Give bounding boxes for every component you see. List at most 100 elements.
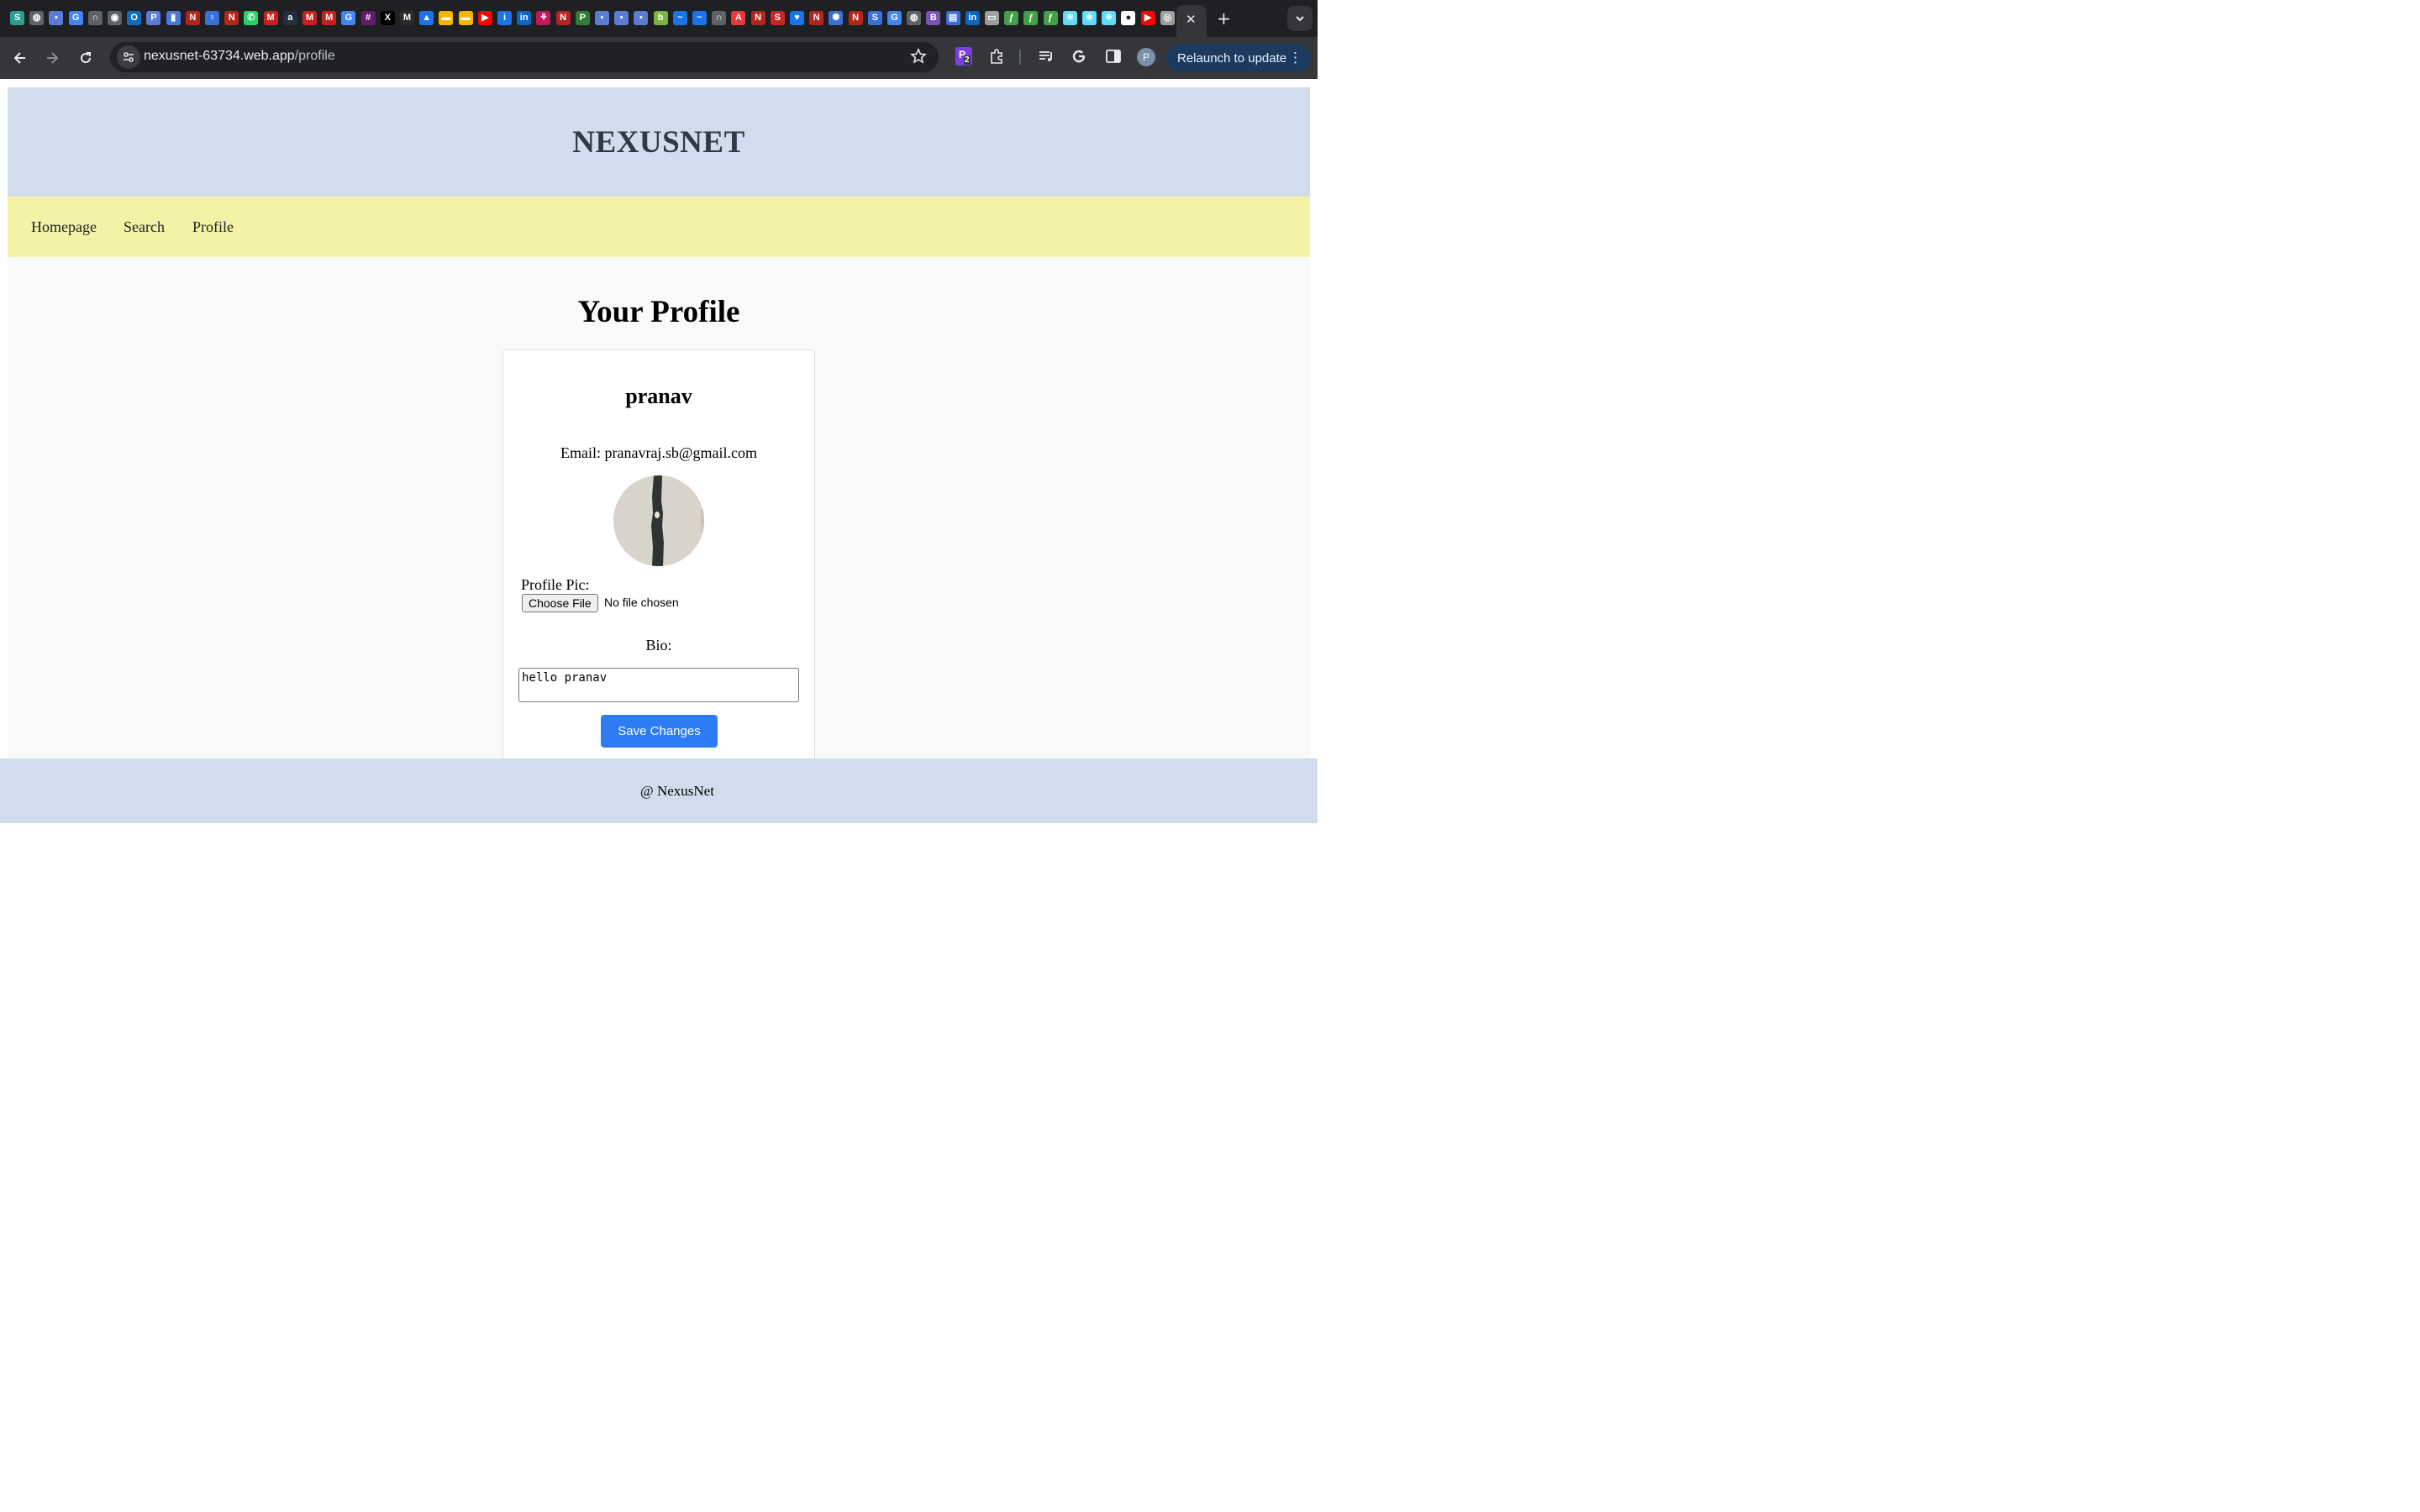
url-host: nexusnet-63734.web.app [144, 49, 295, 63]
outlook-icon[interactable]: O [127, 11, 142, 25]
adobe-icon[interactable]: A [731, 11, 746, 25]
github-icon[interactable]: ● [1121, 11, 1136, 25]
save-changes-button[interactable]: Save Changes [601, 715, 718, 748]
profile-avatar[interactable]: P [1137, 48, 1155, 66]
x-icon[interactable]: X [380, 11, 395, 25]
browser-toolbar: nexusnet-63734.web.app/profile P 2 P Rel… [0, 37, 1318, 79]
reload-icon [81, 52, 92, 64]
react-icon[interactable]: ⚛ [1102, 11, 1117, 25]
slides-icon[interactable]: ▬ [458, 11, 473, 25]
bio-label: Bio: [645, 637, 672, 654]
bootstrap-icon[interactable]: B [926, 11, 941, 25]
s-icon[interactable]: S [10, 11, 24, 25]
p-icon[interactable]: P [575, 11, 590, 25]
nav-link-search[interactable]: Search [124, 218, 165, 236]
headphones-icon[interactable]: ∩ [87, 11, 103, 25]
n-icon[interactable]: N [224, 11, 239, 25]
whatsapp-icon[interactable]: ✆ [244, 11, 259, 25]
more-vert-icon[interactable]: ⋮ [1288, 50, 1302, 66]
n-icon[interactable]: N [185, 11, 200, 25]
s-icon[interactable]: S [770, 11, 785, 25]
wave-icon[interactable]: ~ [692, 11, 707, 25]
feather-icon[interactable]: ƒ [1043, 11, 1058, 25]
browser-tab-strip: S ◍ ▪ G ∩ ◉ O P ▮ N ♀ N ✆ Ma M M G # X M ▲ ▬ ▬ ▶ i in ⚘ N P ▪ ▪ ▪ b ~ ~ ∩ A N… [0, 0, 1318, 37]
url-text[interactable]: nexusnet-63734.web.app/profile [144, 49, 335, 64]
google-icon[interactable]: G [887, 11, 902, 25]
page-title: Your Profile [577, 295, 740, 329]
slides-icon[interactable]: ▬ [439, 11, 454, 25]
headphones-icon[interactable]: ∩ [712, 11, 727, 25]
s-icon[interactable]: S [867, 11, 882, 25]
chrome-icon[interactable]: ◎ [1160, 11, 1175, 25]
info-icon[interactable]: i [497, 11, 512, 25]
sheet-icon[interactable]: ▤ [945, 11, 960, 25]
p-icon[interactable]: P [146, 11, 161, 25]
react-icon[interactable]: ⚛ [1082, 11, 1097, 25]
bookmark-star-icon[interactable] [910, 48, 927, 69]
forward-button[interactable] [41, 47, 63, 69]
square-icon[interactable]: ▪ [49, 11, 64, 25]
address-bar[interactable]: nexusnet-63734.web.app/profile [110, 42, 939, 72]
site-nav: Homepage Search Profile [8, 197, 1310, 257]
toolbar-divider [1019, 50, 1021, 65]
feather-icon[interactable]: ƒ [1023, 11, 1039, 25]
bio-textarea[interactable]: hello pranav [518, 668, 799, 702]
flower-icon[interactable]: ⚘ [536, 11, 551, 25]
p-extension-icon[interactable]: P 2 [955, 47, 972, 66]
n-icon[interactable]: N [848, 11, 863, 25]
record-icon[interactable]: ◉ [108, 11, 122, 25]
nav-link-homepage[interactable]: Homepage [31, 218, 97, 236]
back-button[interactable] [9, 47, 31, 69]
feather-icon[interactable]: ƒ [1004, 11, 1019, 25]
file-status-text: No file chosen [604, 596, 679, 609]
m-icon[interactable]: M [400, 11, 414, 25]
google-icon[interactable]: G [341, 11, 356, 25]
profile-pic-label: Profile Pic: [521, 576, 590, 593]
card-icon[interactable]: ▭ [985, 11, 999, 25]
drive-icon[interactable]: ▲ [419, 11, 434, 25]
amazon-icon[interactable]: a [282, 11, 297, 25]
gmail-icon[interactable]: M [302, 11, 317, 25]
google-icon[interactable]: G [68, 11, 83, 25]
side-panel-icon[interactable] [1105, 48, 1122, 69]
reload-button[interactable] [75, 47, 97, 69]
extensions-puzzle-icon[interactable] [988, 48, 1005, 69]
site-info-button[interactable] [117, 45, 140, 69]
sun-icon[interactable]: ✺ [829, 11, 844, 25]
n-icon[interactable]: N [555, 11, 571, 25]
linkedin-icon[interactable]: in [517, 11, 532, 25]
globe-icon[interactable]: ◍ [29, 11, 45, 25]
tune-icon [124, 52, 134, 62]
close-tab-icon[interactable]: ✕ [1186, 12, 1197, 27]
new-tab-button[interactable]: + [1217, 8, 1231, 29]
active-tab[interactable]: ✕ [1176, 5, 1207, 37]
relaunch-label: Relaunch to update [1177, 50, 1287, 66]
n-icon[interactable]: N [750, 11, 765, 25]
tab-search-button[interactable] [1287, 6, 1313, 31]
n-icon[interactable]: N [809, 11, 824, 25]
square-icon[interactable]: ▪ [614, 11, 629, 25]
google-icon[interactable] [1071, 48, 1087, 69]
gmail-icon[interactable]: M [263, 11, 278, 25]
avatar [613, 475, 704, 566]
media-queue-icon[interactable] [1038, 48, 1055, 69]
slack-icon[interactable]: # [360, 11, 376, 25]
square-icon[interactable]: ▪ [595, 11, 609, 25]
gmail-icon[interactable]: M [322, 11, 337, 25]
globe-icon[interactable]: ◍ [907, 11, 922, 25]
choose-file-button[interactable]: Choose File [522, 594, 598, 612]
arrow-left-icon [13, 52, 25, 64]
heart-icon[interactable]: ♥ [790, 11, 804, 25]
linkedin-icon[interactable]: in [965, 11, 980, 25]
wave-icon[interactable]: ~ [672, 11, 687, 25]
youtube-icon[interactable]: ▶ [1140, 11, 1155, 25]
leaf-icon[interactable]: b [653, 11, 668, 25]
bulb-icon[interactable]: ♀ [205, 11, 219, 25]
react-icon[interactable]: ⚛ [1062, 11, 1077, 25]
bars-icon[interactable]: ▮ [166, 11, 181, 25]
arrow-right-icon [47, 52, 59, 64]
relaunch-button[interactable]: Relaunch to update ⋮ [1166, 44, 1311, 72]
square-icon[interactable]: ▪ [634, 11, 649, 25]
youtube-icon[interactable]: ▶ [477, 11, 492, 25]
nav-link-profile[interactable]: Profile [192, 218, 234, 236]
